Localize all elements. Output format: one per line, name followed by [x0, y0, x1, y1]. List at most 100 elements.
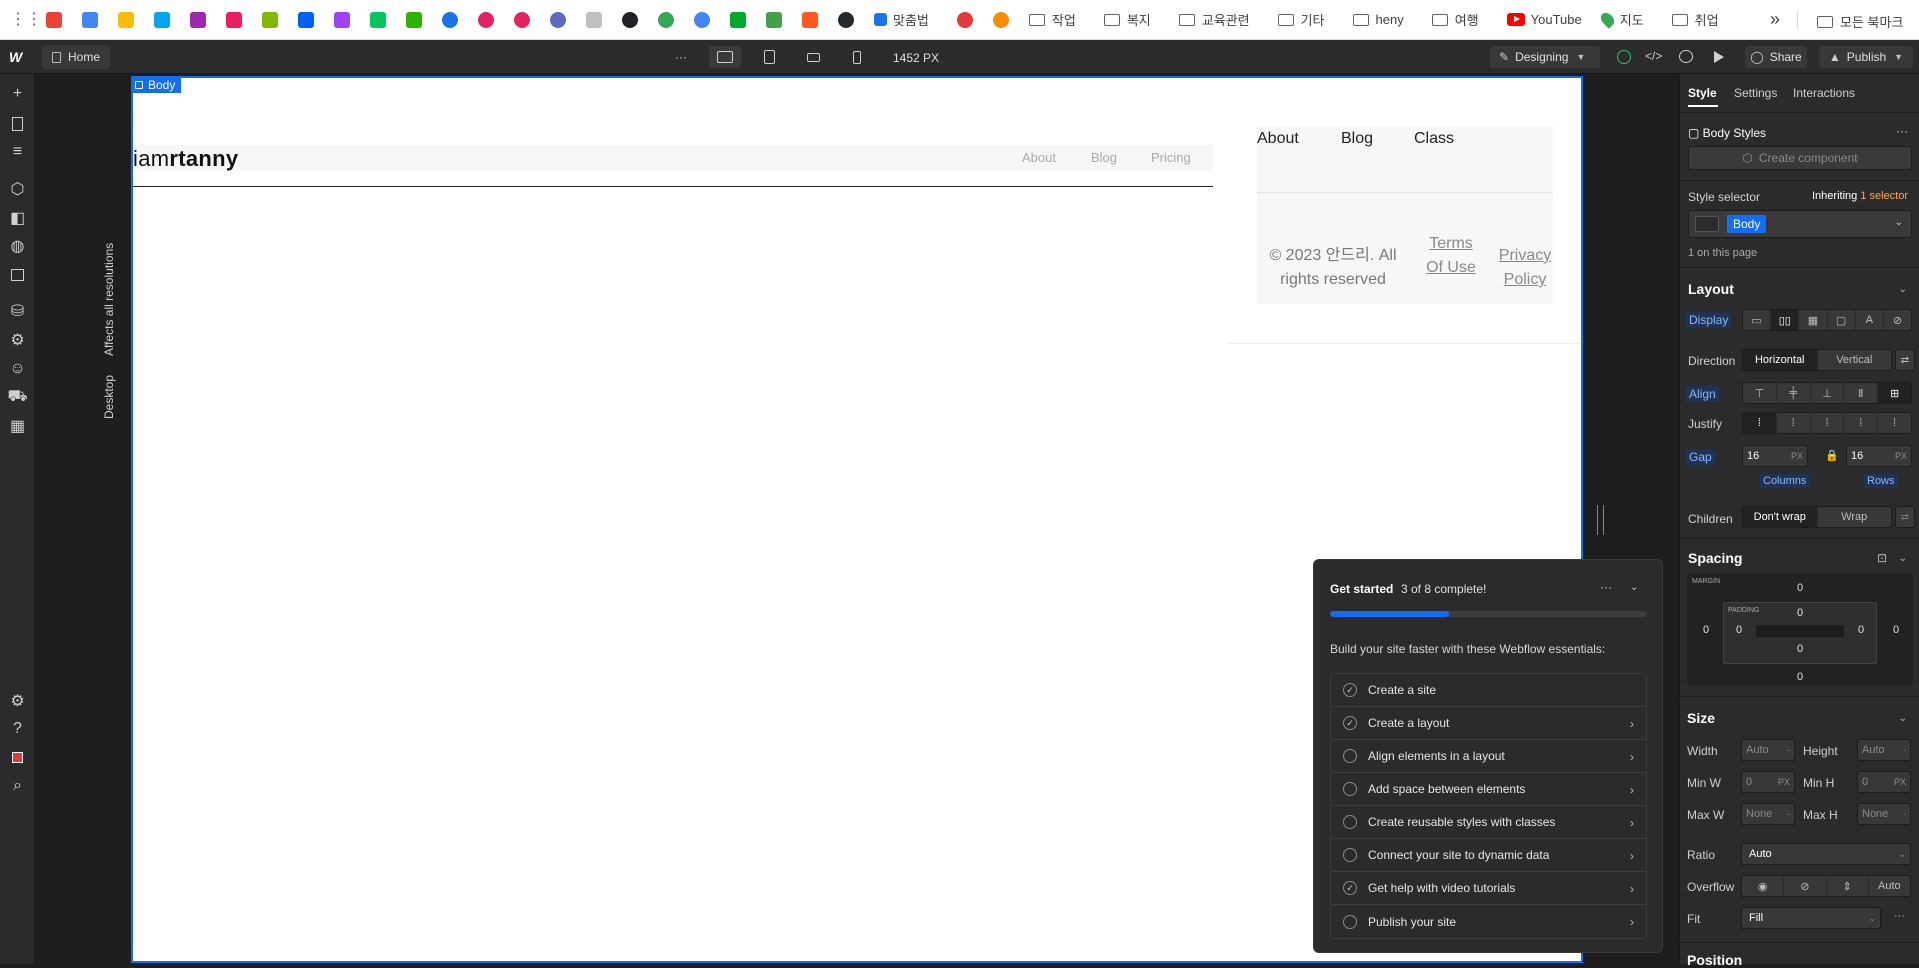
gap-rows-input[interactable]: 16 PX [1846, 445, 1912, 467]
app-icon[interactable] [550, 11, 566, 28]
tab-style[interactable]: Style [1688, 86, 1717, 100]
assets-icon[interactable] [9, 266, 26, 283]
desktop-breakpoint-icon[interactable] [709, 46, 741, 68]
canvas-resize-handle[interactable] [1597, 505, 1604, 535]
footer-link-about[interactable]: About [1257, 130, 1299, 148]
direction-vertical[interactable]: Vertical [1818, 350, 1892, 370]
bookmark-folder[interactable]: 여행 [1431, 10, 1479, 29]
checklist-item[interactable]: Add space between elements › [1331, 773, 1646, 806]
align-center-icon[interactable]: ╪ [1777, 383, 1811, 403]
overflow-hidden-icon[interactable]: ⊘ [1784, 876, 1827, 896]
code-icon[interactable]: </> [1645, 49, 1662, 63]
align-label[interactable]: Align [1686, 386, 1719, 402]
tab-interactions[interactable]: Interactions [1793, 86, 1855, 100]
apps-grid-icon[interactable]: ⋮⋮ [10, 11, 42, 28]
width-input[interactable]: Auto - [1741, 739, 1795, 761]
reverse-wrap-icon[interactable]: ⇄ [1895, 506, 1915, 528]
app-icon[interactable] [334, 11, 350, 28]
publish-button[interactable]: ▲ Publish ▼ [1819, 46, 1913, 68]
display-grid-icon[interactable]: ▦ [1799, 310, 1828, 330]
checklist-item[interactable]: ✓ Create a site [1331, 674, 1646, 707]
pages-icon[interactable] [9, 115, 26, 132]
all-bookmarks-folder[interactable]: 모든 북마크 [1817, 12, 1903, 31]
layout-section-title[interactable]: Layout [1688, 281, 1734, 297]
padding-right-value[interactable]: 0 [1858, 624, 1864, 636]
mode-dropdown[interactable]: ✎ Designing ▼ [1490, 46, 1600, 68]
app-icon[interactable] [658, 11, 674, 28]
microsoft-icon[interactable] [154, 11, 170, 28]
justify-between-icon[interactable]: ⁞ [1844, 413, 1879, 433]
style-selectors-icon[interactable]: ◧ [9, 209, 26, 227]
app-icon[interactable] [442, 11, 458, 28]
webflow-logo-icon[interactable]: W [9, 49, 22, 65]
align-baseline-icon[interactable]: ⊞ [1878, 383, 1911, 403]
inheriting-count[interactable]: 1 selector [1860, 190, 1908, 202]
nav-link-pricing[interactable]: Pricing [1151, 150, 1191, 165]
blogger-icon[interactable] [802, 11, 818, 28]
display-inline-block-icon[interactable]: ▢ [1828, 310, 1856, 330]
collapse-chevron-icon[interactable]: ⌄ [1630, 582, 1638, 593]
more-options-icon[interactable]: ··· [1896, 124, 1908, 138]
padding-bottom-value[interactable]: 0 [1797, 643, 1803, 655]
bookmark-folder[interactable]: 교육관련 [1178, 10, 1250, 29]
display-inline-icon[interactable]: A [1856, 310, 1884, 330]
direction-horizontal[interactable]: Horizontal [1743, 350, 1818, 370]
tab-settings[interactable]: Settings [1734, 86, 1777, 100]
app-icon[interactable] [514, 11, 530, 28]
bookmark-folder[interactable]: 취업 [1671, 10, 1719, 29]
users-icon[interactable]: ☺ [9, 360, 26, 377]
app-icon[interactable] [226, 11, 242, 28]
gap-columns-input[interactable]: 16 PX [1742, 445, 1808, 467]
footer-link-blog[interactable]: Blog [1341, 130, 1373, 148]
checklist-item[interactable]: Connect your site to dynamic data › [1331, 839, 1646, 872]
components-icon[interactable]: ⬡ [9, 180, 26, 198]
spacing-settings-icon[interactable]: ⊡ [1877, 551, 1887, 565]
app-icon[interactable] [956, 11, 973, 28]
settings-icon[interactable]: ⚙ [9, 692, 26, 710]
margin-bottom-value[interactable]: 0 [1797, 671, 1803, 683]
app-icon[interactable] [694, 11, 710, 28]
microsoft-icon[interactable] [262, 11, 278, 28]
footer-privacy-link[interactable]: Privacy Policy [1497, 244, 1553, 292]
naver-icon[interactable] [370, 11, 386, 28]
checklist-item[interactable]: Align elements in a layout › [1331, 740, 1646, 773]
display-flex-icon[interactable]: ▯▯ [1771, 310, 1800, 330]
padding-left-value[interactable]: 0 [1736, 624, 1742, 636]
bookmark-spellcheck[interactable]: 맞춤법 [874, 10, 929, 29]
logic-icon[interactable]: ⚙ [9, 331, 26, 349]
padding-top-value[interactable]: 0 [1797, 607, 1803, 619]
app-icon[interactable] [992, 11, 1009, 28]
site-logo[interactable]: iamrtanny [133, 146, 238, 172]
page-selector-button[interactable]: Home [42, 45, 111, 69]
create-component-button[interactable]: ⬡ Create component [1688, 146, 1912, 170]
more-options-icon[interactable]: ··· [1600, 580, 1612, 594]
preview-play-icon[interactable] [1714, 51, 1724, 63]
spacing-section-title[interactable]: Spacing [1688, 550, 1742, 566]
dropbox-icon[interactable] [298, 11, 314, 28]
ratio-select[interactable]: Auto ⌄ [1741, 843, 1911, 865]
help-icon[interactable]: ? [9, 720, 26, 737]
justify-start-icon[interactable]: ⁞ [1743, 413, 1777, 433]
margin-right-value[interactable]: 0 [1893, 624, 1899, 636]
align-stretch-icon[interactable]: Ⅱ [1844, 383, 1879, 403]
app-icon[interactable] [190, 11, 206, 28]
min-height-input[interactable]: 0 PX [1857, 771, 1911, 793]
align-end-icon[interactable]: ⊥ [1811, 383, 1845, 403]
overflow-scroll-icon[interactable]: ⇕ [1827, 876, 1869, 896]
globe-icon[interactable] [622, 11, 638, 28]
display-none-icon[interactable]: ⊘ [1884, 310, 1911, 330]
share-button[interactable]: ◯ Share [1745, 46, 1807, 68]
canvas-width-label[interactable]: 1452 PX [893, 51, 939, 65]
overflow-visible-icon[interactable]: ◉ [1742, 876, 1785, 896]
checklist-item[interactable]: Create reusable styles with classes › [1331, 806, 1646, 839]
bookmarks-overflow-icon[interactable]: » [1770, 9, 1780, 30]
selected-element-tag[interactable]: Body [131, 76, 182, 93]
style-selector-field[interactable]: Body ⌄ [1688, 210, 1912, 238]
footer-link-class[interactable]: Class [1414, 130, 1454, 148]
justify-around-icon[interactable]: ⁞ [1878, 413, 1911, 433]
footer-terms-link[interactable]: Terms Of Use [1423, 232, 1479, 280]
status-ok-icon[interactable] [1617, 50, 1631, 64]
reverse-direction-icon[interactable]: ⇄ [1895, 349, 1915, 371]
chevron-down-icon[interactable]: ⌄ [1899, 553, 1907, 564]
evernote-icon[interactable] [730, 11, 746, 28]
